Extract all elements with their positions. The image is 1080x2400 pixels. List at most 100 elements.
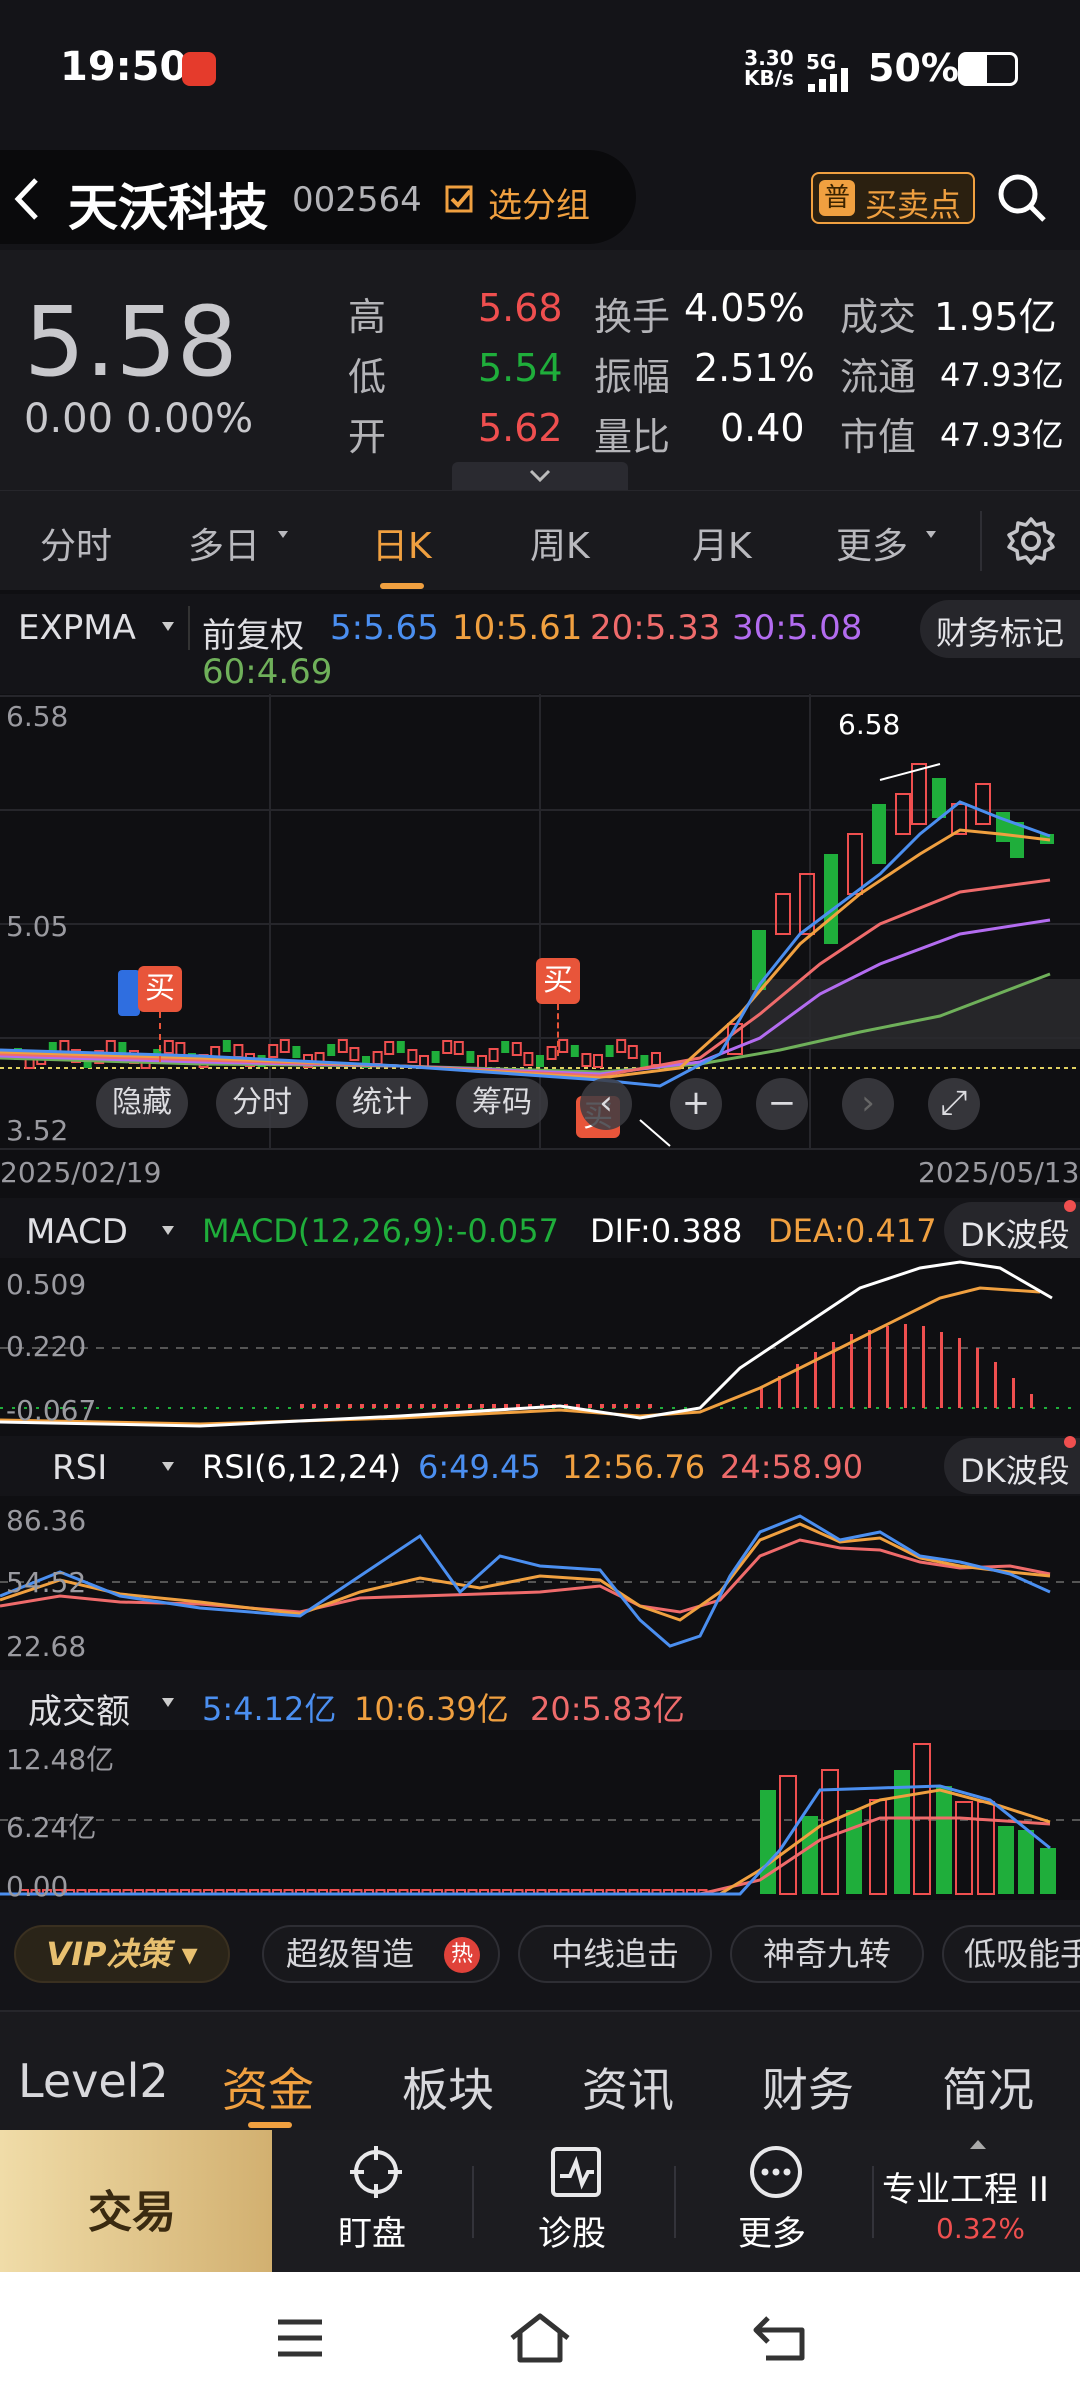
candle <box>222 1040 231 1052</box>
turnover-label: 换手 <box>594 295 671 339</box>
expma-dropdown-icon <box>162 622 174 631</box>
buy-sell-icon: 普 <box>819 180 855 216</box>
battery-percent: 50% <box>868 46 959 90</box>
low-value: 5.54 <box>478 346 563 390</box>
macd-indicator-select[interactable]: MACD <box>26 1212 128 1252</box>
candle <box>911 763 927 825</box>
action-bar: 交易 盯盘 诊股 更多 专业工程 II 0.32% <box>0 2130 1080 2272</box>
pan-left-icon[interactable]: ‹ <box>580 1078 632 1130</box>
macd-bar <box>504 1404 508 1408</box>
buy-marker-blue[interactable] <box>118 970 140 1016</box>
intraday-button[interactable]: 分时 <box>216 1078 308 1128</box>
vol-ma10-line <box>0 1788 1051 1896</box>
candle <box>466 1051 475 1063</box>
macd-bar <box>444 1404 448 1408</box>
candle <box>593 1054 603 1068</box>
diagnose-button[interactable]: 诊股 <box>516 2144 636 2260</box>
tab-daily-k[interactable]: 日K <box>372 517 432 569</box>
candle <box>384 1041 395 1055</box>
more-button[interactable]: 更多 <box>716 2144 836 2260</box>
diagnose-label: 诊股 <box>538 2214 606 2254</box>
home-icon[interactable] <box>508 2312 572 2364</box>
peak-pointer-line <box>879 763 941 781</box>
buy-marker-2-stem <box>557 1004 559 1056</box>
search-icon[interactable] <box>996 172 1048 224</box>
hot-badge: 热 <box>444 1937 480 1973</box>
trade-button[interactable]: 交易 <box>0 2130 272 2272</box>
tab-news[interactable]: 资讯 <box>582 2054 674 2120</box>
candle <box>175 1042 186 1056</box>
macd-bar <box>940 1332 943 1408</box>
candle <box>337 1039 348 1053</box>
chips-button[interactable]: 筹码 <box>456 1078 548 1128</box>
volume-bar <box>998 1826 1014 1894</box>
hide-button[interactable]: 隐藏 <box>96 1078 188 1128</box>
candle <box>327 1044 336 1056</box>
volume-bar <box>779 1775 797 1895</box>
zoom-out-icon[interactable]: − <box>756 1078 808 1130</box>
candle <box>163 1040 174 1054</box>
macd-dk-button[interactable]: DK波段 <box>944 1202 1080 1258</box>
strategy-super-manufacturing[interactable]: 超级智造 热 <box>262 1925 500 1983</box>
strategy-low-buy[interactable]: 低吸能手 <box>942 1925 1080 1983</box>
candle <box>105 1040 116 1054</box>
rsi-dk-button[interactable]: DK波段 <box>944 1438 1080 1494</box>
macd-bar <box>312 1404 316 1408</box>
ma30-value: 30:5.08 <box>732 608 863 648</box>
ma60-value: 60:4.69 <box>202 652 333 692</box>
buy-marker-1[interactable]: 买 <box>138 966 182 1012</box>
zoom-in-icon[interactable]: + <box>670 1078 722 1130</box>
tab-multiday[interactable]: 多日 <box>188 517 260 569</box>
bottom-tabs: Level2 资金 板块 资讯 财务 简况 <box>0 2010 1080 2130</box>
volume-chart[interactable] <box>0 1730 1080 1900</box>
expand-handle[interactable] <box>452 462 628 490</box>
expma-indicator-select[interactable]: EXPMA <box>18 608 136 648</box>
tab-more[interactable]: 更多 <box>836 517 908 569</box>
adjust-label[interactable]: 前复权 <box>202 608 304 657</box>
action-divider <box>872 2166 874 2238</box>
status-time: 19:50 <box>60 44 188 90</box>
tab-sector[interactable]: 板块 <box>402 2054 494 2120</box>
tab-monthly-k[interactable]: 月K <box>692 517 752 569</box>
sector-ticker[interactable]: 专业工程 II 0.32% <box>878 2138 1080 2264</box>
stats-button[interactable]: 统计 <box>336 1078 428 1128</box>
buy-marker-2[interactable]: 买 <box>536 958 580 1004</box>
rsi-12: 12:56.76 <box>562 1448 706 1486</box>
rsi-chart[interactable] <box>0 1496 1080 1666</box>
strategy-super-manufacturing-label: 超级智造 <box>286 1935 415 1973</box>
fullscreen-icon[interactable]: ⤢ <box>928 1078 980 1130</box>
tab-financials[interactable]: 财务 <box>762 2054 854 2120</box>
candle <box>372 1051 383 1065</box>
tab-intraday[interactable]: 分时 <box>40 517 112 569</box>
tab-weekly-k[interactable]: 周K <box>530 517 590 569</box>
tab-profile[interactable]: 简况 <box>942 2054 1034 2120</box>
vol-ma20-line <box>0 1816 1051 1896</box>
macd-bar <box>324 1404 328 1408</box>
back-nav-icon[interactable] <box>752 2314 808 2362</box>
rsi-indicator-select[interactable]: RSI <box>52 1448 107 1488</box>
watch-button[interactable]: 盯盘 <box>316 2144 436 2260</box>
buy-sell-button[interactable]: 普 买卖点 <box>811 172 975 224</box>
pan-right-icon[interactable]: › <box>842 1078 894 1130</box>
volume-label: 成交 <box>840 295 917 339</box>
action-divider <box>674 2166 676 2238</box>
tab-funds[interactable]: 资金 <box>222 2054 314 2120</box>
settings-gear-icon[interactable] <box>1005 515 1057 567</box>
notification-dot <box>1064 1436 1076 1448</box>
macd-bar <box>760 1388 763 1408</box>
back-icon[interactable] <box>12 176 42 222</box>
macd-bar <box>456 1404 460 1408</box>
rsi-y-bot: 22.68 <box>6 1630 87 1663</box>
tab-level2[interactable]: Level2 <box>18 2054 169 2108</box>
volume-indicator-select[interactable]: 成交额 <box>28 1684 130 1733</box>
candle <box>279 1039 290 1053</box>
finance-marker-button[interactable]: 财务标记 <box>920 600 1080 658</box>
strategy-midterm-chase[interactable]: 中线追击 <box>518 1925 712 1983</box>
macd-chart[interactable] <box>0 1258 1080 1434</box>
macd-y-top: 0.509 <box>6 1268 87 1301</box>
dif-line <box>0 1260 1053 1428</box>
battery-icon <box>958 52 1018 86</box>
strategy-nine-turn[interactable]: 神奇九转 <box>730 1925 924 1983</box>
vip-decision-button[interactable]: VIP决策 ▾ <box>14 1925 230 1983</box>
menu-icon[interactable] <box>276 2318 324 2358</box>
